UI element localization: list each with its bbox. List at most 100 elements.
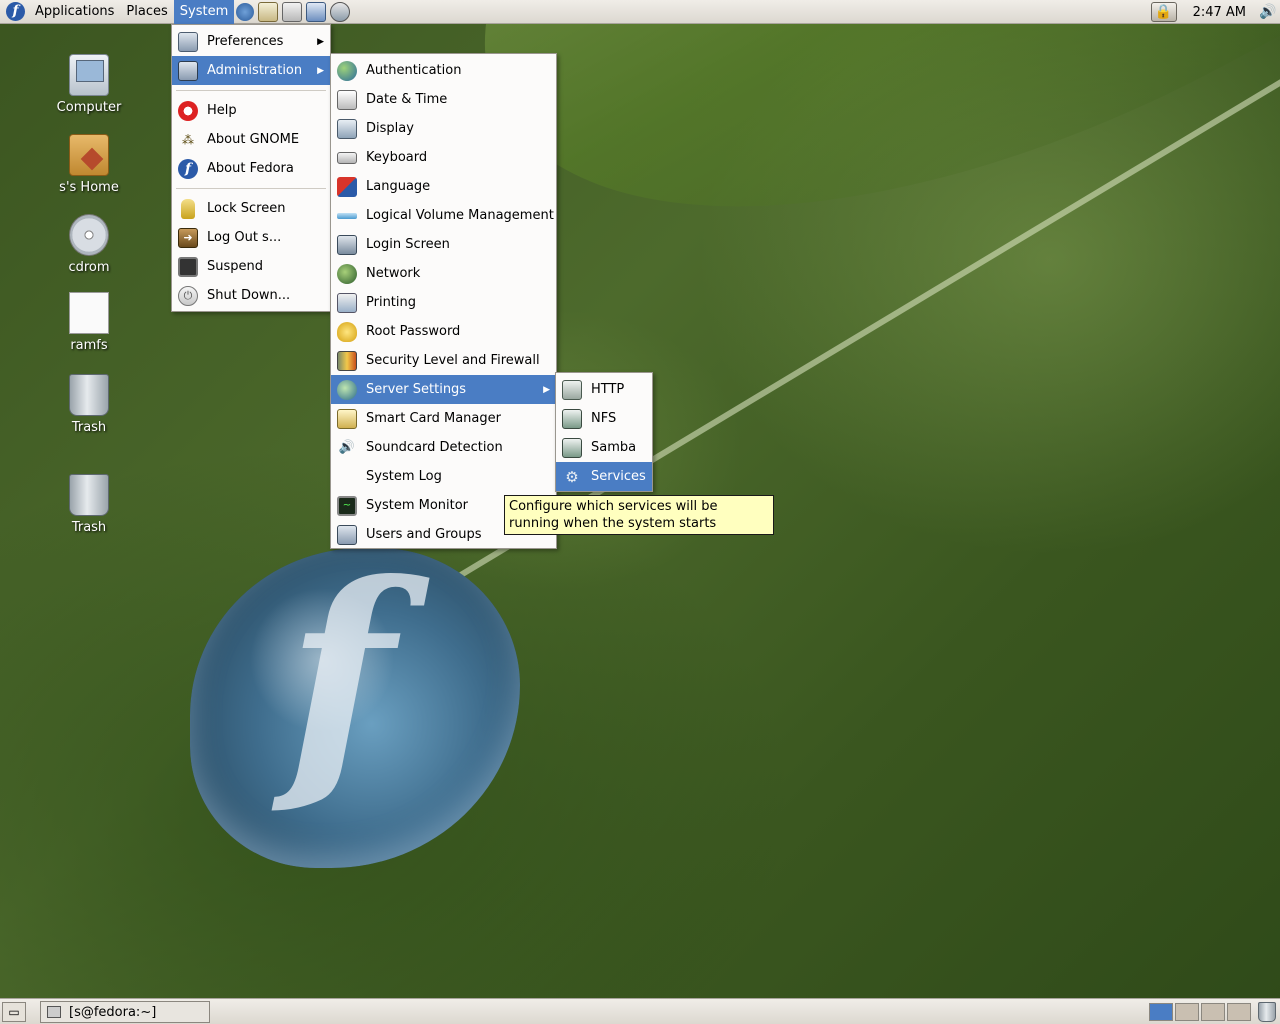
- printer-icon: [337, 292, 357, 313]
- menu-item-http[interactable]: HTTP: [556, 375, 652, 404]
- menu-item-label: Soundcard Detection: [366, 440, 503, 455]
- menu-item-nfs[interactable]: NFS: [556, 404, 652, 433]
- show-desktop-icon[interactable]: ▭: [2, 1002, 26, 1022]
- menu-item-about-gnome[interactable]: ⁂ About GNOME: [172, 125, 330, 154]
- desktop-icon-computer[interactable]: Computer: [44, 54, 134, 115]
- menu-item-samba[interactable]: Samba: [556, 433, 652, 462]
- menu-item-label: Login Screen: [366, 237, 450, 252]
- menu-item-label: Network: [366, 266, 421, 281]
- samba-server-icon: [562, 437, 582, 458]
- package-manager-launcher-icon[interactable]: [330, 1, 351, 22]
- text-editor-launcher-icon[interactable]: [282, 1, 303, 22]
- menu-item-preferences[interactable]: Preferences ▶: [172, 27, 330, 56]
- menu-separator: [176, 188, 326, 189]
- menu-item-label: Root Password: [366, 324, 461, 339]
- clock[interactable]: 2:47 AM: [1193, 5, 1246, 20]
- nfs-server-icon: [562, 408, 582, 429]
- trash-icon: [69, 374, 109, 416]
- menu-item-login-screen[interactable]: Login Screen: [331, 230, 556, 259]
- network-globe-icon: [337, 263, 357, 284]
- menu-item-authentication[interactable]: Authentication: [331, 56, 556, 85]
- menu-item-shut-down[interactable]: ⏻ Shut Down...: [172, 281, 330, 310]
- menu-item-label: HTTP: [591, 382, 625, 397]
- menu-item-date-time[interactable]: Date & Time: [331, 85, 556, 114]
- workspace-4[interactable]: [1227, 1003, 1251, 1021]
- menu-item-language[interactable]: Language: [331, 172, 556, 201]
- places-menu[interactable]: Places: [120, 0, 173, 24]
- login-screen-icon: [337, 234, 357, 255]
- menu-item-soundcard-detection[interactable]: 🔊 Soundcard Detection: [331, 433, 556, 462]
- menu-item-administration[interactable]: Administration ▶: [172, 56, 330, 85]
- administration-submenu: Authentication Date & Time Display Keybo…: [330, 53, 557, 549]
- menu-item-help[interactable]: Help: [172, 96, 330, 125]
- menu-item-label: Server Settings: [366, 382, 467, 397]
- taskbar-button-label: [s@fedora:~]: [69, 1004, 157, 1020]
- menu-item-label: Samba: [591, 440, 637, 455]
- menu-item-suspend[interactable]: Suspend: [172, 252, 330, 281]
- volume-icon[interactable]: 🔊: [1258, 2, 1278, 22]
- desktop-icon-trash-2[interactable]: Trash: [44, 474, 134, 535]
- firewall-icon: [337, 350, 357, 371]
- menu-item-label: Logical Volume Management: [366, 208, 554, 223]
- desktop-icon-label: cdrom: [68, 260, 110, 275]
- menu-item-lock-screen[interactable]: Lock Screen: [172, 194, 330, 223]
- menu-item-printing[interactable]: Printing: [331, 288, 556, 317]
- mail-launcher-icon[interactable]: [258, 1, 279, 22]
- suspend-monitor-icon: [178, 256, 198, 277]
- presentation-launcher-icon[interactable]: [306, 1, 327, 22]
- web-browser-launcher-icon[interactable]: [236, 2, 255, 21]
- panel-tray: 🔒 2:47 AM 🔊: [1149, 0, 1280, 24]
- menu-item-network[interactable]: Network: [331, 259, 556, 288]
- wallpaper-fedora-logo: f: [286, 528, 394, 822]
- fedora-logo-icon[interactable]: f: [6, 2, 25, 21]
- system-menu-popup: Preferences ▶ Administration ▶ Help ⁂ Ab…: [171, 24, 331, 312]
- desktop-icon-trash[interactable]: Trash: [44, 374, 134, 435]
- lock-notification-icon[interactable]: 🔒: [1150, 2, 1177, 22]
- trash-icon: [69, 474, 109, 516]
- server-settings-submenu: HTTP NFS Samba ⚙ Services: [555, 372, 653, 492]
- menu-item-keyboard[interactable]: Keyboard: [331, 143, 556, 172]
- desktop-icon-ramfs[interactable]: ramfs: [44, 292, 134, 353]
- menu-item-security-level-firewall[interactable]: Security Level and Firewall: [331, 346, 556, 375]
- submenu-arrow-icon: ▶: [317, 36, 324, 47]
- menu-item-about-fedora[interactable]: f About Fedora: [172, 154, 330, 183]
- submenu-arrow-icon: ▶: [317, 65, 324, 76]
- menu-item-label: Services: [591, 469, 646, 484]
- desktop-icon-label: s's Home: [59, 180, 119, 195]
- root-password-badge-icon: [337, 321, 357, 342]
- menu-item-label: Suspend: [207, 259, 264, 274]
- menu-item-logical-volume-management[interactable]: Logical Volume Management: [331, 201, 556, 230]
- top-panel: f Applications Places System 🔒 2:47 AM 🔊: [0, 0, 1280, 24]
- desktop-icon-home[interactable]: s's Home: [44, 134, 134, 195]
- menu-item-log-out[interactable]: ➜ Log Out s...: [172, 223, 330, 252]
- menu-item-label: System Monitor: [366, 498, 469, 513]
- calendar-clock-icon: [337, 89, 357, 110]
- desktop-icon-cdrom[interactable]: cdrom: [44, 214, 134, 275]
- menu-item-root-password[interactable]: Root Password: [331, 317, 556, 346]
- system-monitor-icon: ~: [337, 495, 357, 516]
- menu-item-display[interactable]: Display: [331, 114, 556, 143]
- menu-item-server-settings[interactable]: Server Settings ▶: [331, 375, 556, 404]
- menu-item-label: Lock Screen: [207, 201, 286, 216]
- menu-item-label: Display: [366, 121, 414, 136]
- workspace-2[interactable]: [1175, 1003, 1199, 1021]
- menu-item-label: Security Level and Firewall: [366, 353, 540, 368]
- applications-menu[interactable]: Applications: [29, 0, 120, 24]
- log-out-icon: ➜: [178, 227, 198, 248]
- gnome-footprint-icon: ⁂: [182, 132, 194, 147]
- system-log-blank-icon: [337, 467, 357, 487]
- menu-item-services[interactable]: ⚙ Services: [556, 462, 652, 491]
- computer-icon: [69, 54, 109, 96]
- menu-item-system-log[interactable]: System Log: [331, 462, 556, 491]
- workspace-3[interactable]: [1201, 1003, 1225, 1021]
- users-groups-icon: [337, 524, 357, 545]
- language-flags-icon: [337, 176, 357, 197]
- workspace-1[interactable]: [1149, 1003, 1173, 1021]
- menu-item-label: Administration: [207, 63, 303, 78]
- trash-applet-icon[interactable]: [1258, 1002, 1276, 1022]
- fedora-icon: f: [178, 158, 198, 179]
- volume-management-icon: [337, 212, 357, 219]
- menu-item-smart-card-manager[interactable]: Smart Card Manager: [331, 404, 556, 433]
- taskbar-button-terminal[interactable]: [s@fedora:~]: [40, 1001, 210, 1023]
- system-menu[interactable]: System: [173, 0, 235, 24]
